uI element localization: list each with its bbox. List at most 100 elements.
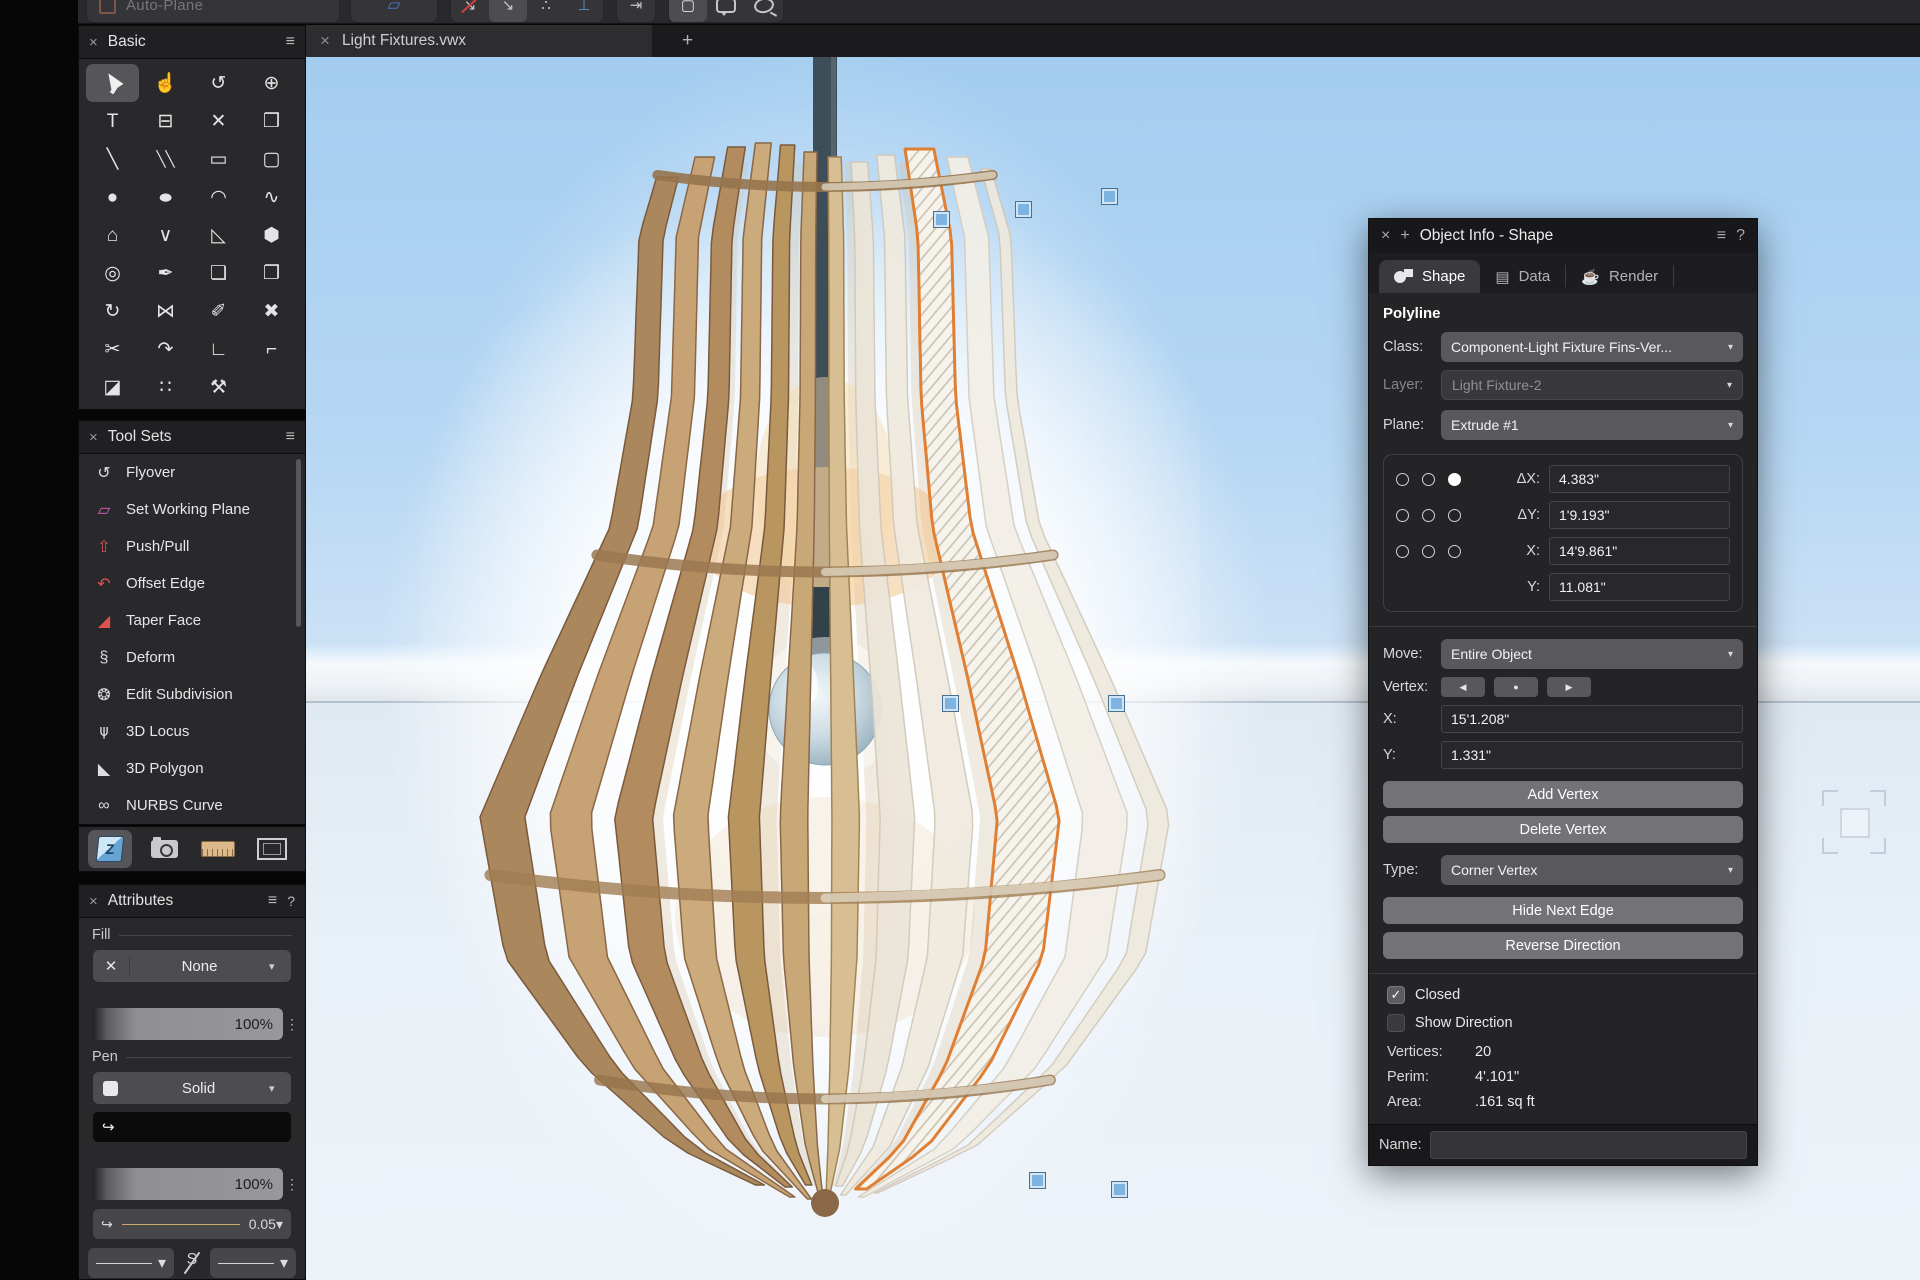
snap-to-point-button[interactable]: ↘ xyxy=(489,0,527,22)
delete-vertex-button[interactable]: Delete Vertex xyxy=(1383,816,1743,843)
tool-mirror[interactable]: ⋈ xyxy=(139,292,192,330)
clip-cube-indicator[interactable] xyxy=(1822,790,1886,854)
pen-color-bar[interactable]: ↪ xyxy=(93,1112,291,1142)
selection-handle[interactable] xyxy=(1111,1181,1128,1198)
menu-icon[interactable]: ≡ xyxy=(286,33,295,51)
toolset-flyover[interactable]: ↺Flyover xyxy=(79,454,305,491)
delta-y-field[interactable]: 1'9.193" xyxy=(1549,501,1730,529)
selection-handle[interactable] xyxy=(1029,1172,1046,1189)
plane-dropdown[interactable]: Extrude #1 ▾ xyxy=(1441,410,1743,440)
fill-opacity-slider[interactable]: 100% xyxy=(93,1008,283,1040)
tool-line[interactable]: ╲ xyxy=(86,140,139,178)
reverse-direction-button[interactable]: Reverse Direction xyxy=(1383,932,1743,959)
tool-rotate[interactable]: ↻ xyxy=(86,292,139,330)
split-columns-button[interactable]: ⇥ xyxy=(617,0,655,22)
close-icon[interactable]: × xyxy=(89,429,98,446)
snap-to-object-button[interactable]: ∴ xyxy=(527,0,565,22)
toolset-push-pull[interactable]: ⇧Push/Pull xyxy=(79,528,305,565)
closed-checkbox[interactable]: ✓ xyxy=(1387,986,1405,1004)
tool-sets-scrollbar[interactable] xyxy=(296,459,301,627)
selection-handle[interactable] xyxy=(933,211,950,228)
menu-icon[interactable]: ≡ xyxy=(268,892,277,910)
tab-data[interactable]: ▤ Data xyxy=(1480,260,1565,293)
tab-render[interactable]: ☕ Render xyxy=(1566,260,1673,293)
vertex-x-field[interactable]: 15'1.208" xyxy=(1441,705,1743,733)
add-vertex-button[interactable]: Add Vertex xyxy=(1383,781,1743,808)
pen-opacity-slider[interactable]: 100% xyxy=(93,1168,283,1200)
add-icon[interactable]: + xyxy=(1400,227,1409,245)
class-dropdown[interactable]: Component-Light Fixture Fins-Ver... ▾ xyxy=(1441,332,1743,362)
kebab-menu-icon[interactable]: ⋮ xyxy=(283,1016,301,1033)
tool-rounded-rectangle[interactable]: ▢ xyxy=(245,140,298,178)
document-tab[interactable]: × Light Fixtures.vwx xyxy=(306,25,652,57)
toolset-nurbs-curve[interactable]: ∞NURBS Curve xyxy=(79,787,305,824)
x-field[interactable]: 14'9.861" xyxy=(1549,537,1730,565)
basic-palette-header[interactable]: × Basic ≡ xyxy=(79,26,305,59)
attributes-header[interactable]: × Attributes ≡ ? xyxy=(79,885,305,918)
tool-corner[interactable]: ∟ xyxy=(192,330,245,368)
working-plane-axis-button[interactable]: ⊥ xyxy=(565,0,603,22)
tool-spiral[interactable]: ◎ xyxy=(86,254,139,292)
current-vertex-button[interactable]: ● xyxy=(1494,677,1538,697)
comment-mode-button[interactable] xyxy=(707,0,745,22)
tool-attribute-mapping[interactable]: ⚒ xyxy=(192,368,245,406)
tool-text[interactable]: T xyxy=(86,102,139,140)
selection-handle[interactable] xyxy=(1101,188,1118,205)
tool-arc[interactable]: ◠ xyxy=(192,178,245,216)
close-icon[interactable]: × xyxy=(1381,227,1390,245)
menu-icon[interactable]: ≡ xyxy=(1717,227,1726,245)
anchor-point-grid[interactable] xyxy=(1396,465,1500,601)
tool-selection[interactable] xyxy=(86,64,139,102)
tool-move-by-points[interactable]: ∷ xyxy=(139,368,192,406)
auto-plane-button[interactable]: Auto-Plane xyxy=(86,0,340,23)
y-field[interactable]: 11.081" xyxy=(1549,573,1730,601)
next-vertex-button[interactable]: ▶ xyxy=(1547,677,1591,697)
vertex-type-dropdown[interactable]: Corner Vertex ▾ xyxy=(1441,855,1743,885)
toolset-taper-face[interactable]: ◢Taper Face xyxy=(79,602,305,639)
tool-sets-header[interactable]: × Tool Sets ≡ xyxy=(79,421,305,454)
selection-handle[interactable] xyxy=(1015,201,1032,218)
tool-marquee-select[interactable]: ❏ xyxy=(192,254,245,292)
show-direction-checkbox[interactable] xyxy=(1387,1014,1405,1032)
hide-next-edge-button[interactable]: Hide Next Edge xyxy=(1383,897,1743,924)
tool-clip[interactable]: ◪ xyxy=(86,368,139,406)
previous-vertex-button[interactable]: ◀ xyxy=(1441,677,1485,697)
anchor-selected-radio[interactable] xyxy=(1448,473,1461,486)
tool-circle[interactable]: ● xyxy=(86,178,139,216)
show-direction-checkbox-row[interactable]: Show Direction xyxy=(1387,1014,1757,1032)
toolset-edit-subdivision[interactable]: ❂Edit Subdivision xyxy=(79,676,305,713)
tool-delete[interactable]: ✕ xyxy=(192,102,245,140)
object-info-header[interactable]: × + Object Info - Shape ≡ ? xyxy=(1369,219,1757,253)
tool-flyover[interactable]: ↺ xyxy=(192,64,245,102)
tab-shape[interactable]: Shape xyxy=(1379,260,1480,293)
line-weight-dropdown[interactable]: ↪ 0.05 ▾ xyxy=(93,1209,291,1239)
new-tab-button[interactable]: + xyxy=(682,30,693,52)
tool-pan[interactable]: ☝ xyxy=(139,64,192,102)
help-icon[interactable]: ? xyxy=(287,893,295,909)
tool-oval[interactable]: ● xyxy=(139,178,192,216)
clip-cube-mode-button[interactable]: Z xyxy=(88,830,132,868)
pendant-lamp-model[interactable] xyxy=(420,57,1200,1237)
rectangle-mode-button[interactable]: ▢ xyxy=(669,0,707,22)
fill-style-dropdown[interactable]: ✕ None ▾ xyxy=(93,950,291,982)
closed-checkbox-row[interactable]: ✓ Closed xyxy=(1387,986,1757,1004)
dimension-mode-button[interactable] xyxy=(196,830,240,868)
tool-rectangle[interactable]: ▭ xyxy=(192,140,245,178)
tool-duplicate[interactable]: ❐ xyxy=(245,254,298,292)
tool-double-line[interactable]: ╲╲ xyxy=(139,140,192,178)
toolset-3d-locus[interactable]: ⋔3D Locus xyxy=(79,713,305,750)
close-icon[interactable]: × xyxy=(89,34,98,51)
disable-snapping-button[interactable]: ↘ xyxy=(451,0,489,22)
close-icon[interactable]: × xyxy=(89,893,98,910)
help-icon[interactable]: ? xyxy=(1736,227,1745,245)
tool-connect[interactable]: ⌐ xyxy=(245,330,298,368)
menu-icon[interactable]: ≡ xyxy=(286,428,295,446)
toolset-deform[interactable]: §Deform xyxy=(79,639,305,676)
tool-callout[interactable]: ⊟ xyxy=(139,102,192,140)
tool-freehand[interactable]: ∿ xyxy=(245,178,298,216)
tool-zoom[interactable]: ⊕ xyxy=(245,64,298,102)
kebab-menu-icon[interactable]: ⋮ xyxy=(283,1176,301,1193)
working-plane-button[interactable]: ▱ xyxy=(350,0,438,23)
tool-triangle-polygon[interactable]: ◺ xyxy=(192,216,245,254)
viewport-crop-button[interactable] xyxy=(250,830,294,868)
